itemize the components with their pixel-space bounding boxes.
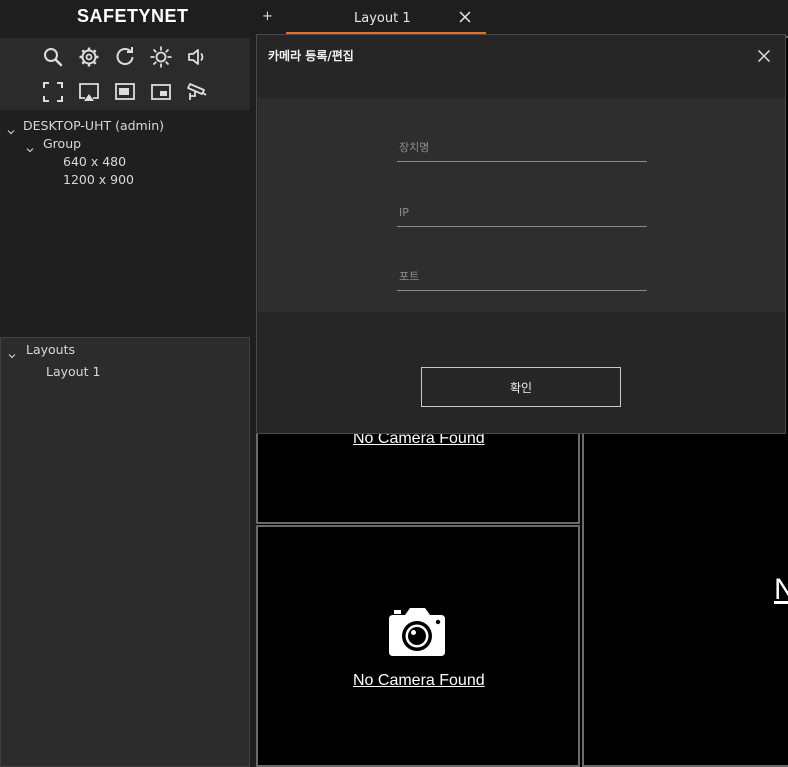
confirm-button[interactable]: 확인 xyxy=(421,367,621,407)
device-name-input[interactable] xyxy=(397,134,647,160)
dialog-title: 카메라 등록/편집 xyxy=(268,49,354,63)
top-bar: SAFETYNET + Layout 1 xyxy=(0,0,788,36)
port-field[interactable] xyxy=(397,263,647,291)
tab-close-icon[interactable] xyxy=(458,9,472,23)
cctv-icon[interactable] xyxy=(185,80,209,104)
refresh-icon[interactable] xyxy=(113,45,137,69)
device-item[interactable]: 640 x 480 xyxy=(63,154,126,169)
ip-field[interactable] xyxy=(397,199,647,227)
device-name-field[interactable] xyxy=(397,134,647,162)
cast-icon[interactable] xyxy=(77,80,101,104)
layouts-header[interactable]: Layouts xyxy=(26,342,75,357)
picture-in-picture-icon[interactable] xyxy=(149,80,173,104)
ip-input[interactable] xyxy=(397,199,647,225)
fullscreen-icon[interactable] xyxy=(41,80,65,104)
port-input[interactable] xyxy=(397,263,647,289)
device-root[interactable]: DESKTOP-UHT (admin) xyxy=(23,118,164,133)
chevron-down-icon[interactable] xyxy=(7,121,15,135)
tab-layout-1[interactable]: Layout 1 xyxy=(286,0,486,34)
device-tree: DESKTOP-UHT (admin) Group 640 x 480 1200… xyxy=(0,110,250,336)
camera-icon xyxy=(387,605,447,657)
camera-cell[interactable]: No Camera Found xyxy=(256,525,580,767)
chevron-down-icon[interactable] xyxy=(8,345,16,359)
chevron-down-icon[interactable] xyxy=(26,139,34,153)
tab-label: Layout 1 xyxy=(354,11,411,26)
device-item[interactable]: 1200 x 900 xyxy=(63,172,134,187)
no-camera-text: No Camera Found xyxy=(353,672,485,689)
toolbar xyxy=(0,38,250,110)
brightness-icon[interactable] xyxy=(149,45,173,69)
volume-icon[interactable] xyxy=(185,45,209,69)
close-icon[interactable] xyxy=(757,48,771,63)
layouts-panel: Layouts Layout 1 xyxy=(0,337,250,767)
add-tab-button[interactable]: + xyxy=(262,9,273,24)
no-camera-text-partial: N xyxy=(774,573,788,606)
app-logo: SAFETYNET xyxy=(77,6,189,26)
dialog-form xyxy=(258,98,785,312)
settings-icon[interactable] xyxy=(77,45,101,69)
camera-edit-dialog: 카메라 등록/편집 확인 xyxy=(256,34,786,434)
window-icon[interactable] xyxy=(113,80,137,104)
layout-item[interactable]: Layout 1 xyxy=(46,364,100,379)
device-group[interactable]: Group xyxy=(43,136,81,151)
search-icon[interactable] xyxy=(41,45,65,69)
